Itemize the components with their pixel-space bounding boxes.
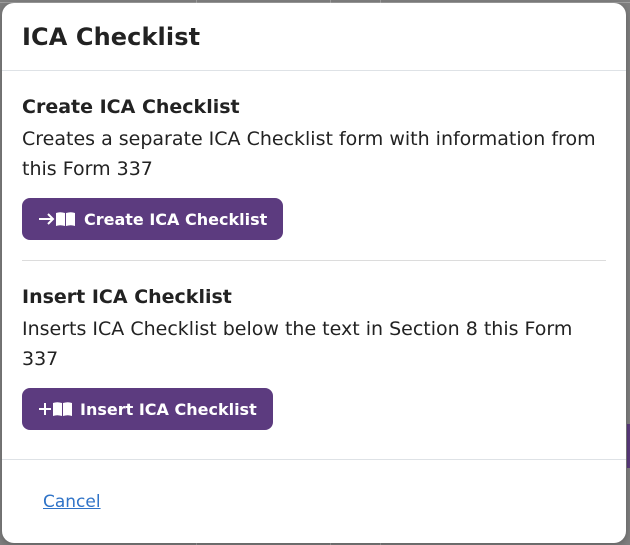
insert-ica-checklist-button[interactable]: Insert ICA Checklist	[22, 388, 273, 430]
insert-button-label: Insert ICA Checklist	[80, 399, 257, 419]
create-button-label: Create ICA Checklist	[84, 209, 268, 229]
dialog-footer: Cancel	[2, 459, 626, 543]
insert-section: Insert ICA Checklist Inserts ICA Checkli…	[22, 261, 606, 430]
ica-checklist-dialog: ICA Checklist Create ICA Checklist Creat…	[2, 3, 626, 543]
dialog-title: ICA Checklist	[22, 22, 201, 51]
dialog-header: ICA Checklist	[2, 3, 626, 71]
insert-section-description: Inserts ICA Checklist below the text in …	[22, 318, 573, 370]
arrow-book-icon	[38, 210, 78, 228]
insert-section-title: Insert ICA Checklist	[22, 286, 232, 308]
create-section: Create ICA Checklist Creates a separate …	[22, 71, 606, 240]
create-section-title: Create ICA Checklist	[22, 96, 240, 118]
create-section-description: Creates a separate ICA Checklist form wi…	[22, 128, 596, 180]
plus-book-icon	[38, 400, 74, 418]
create-ica-checklist-button[interactable]: Create ICA Checklist	[22, 198, 284, 240]
dialog-body: Create ICA Checklist Creates a separate …	[2, 71, 626, 430]
cancel-link[interactable]: Cancel	[43, 492, 101, 512]
